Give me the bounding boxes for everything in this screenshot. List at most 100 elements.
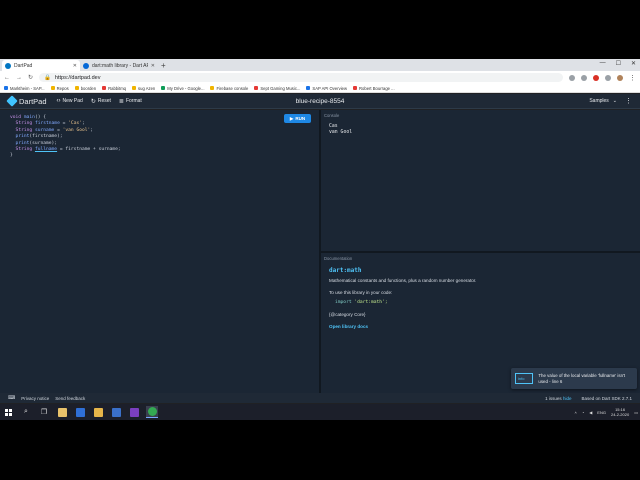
issues-toggle[interactable]: hide — [563, 396, 572, 401]
bookmark[interactable]: Marktheim - SAP... — [4, 86, 45, 91]
browser-tab-dartpad[interactable]: DartPad ✕ — [2, 60, 80, 71]
app-icon[interactable] — [92, 406, 104, 418]
app-icon[interactable] — [56, 406, 68, 418]
close-icon[interactable]: ✕ — [151, 63, 155, 69]
code-line: String firstname = 'Cas'; — [15, 121, 85, 127]
app-icon[interactable] — [110, 406, 122, 418]
browser-tab-dart-math[interactable]: dart:math library - Dart API ✕ — [80, 60, 158, 71]
extensions: ⋮ — [569, 74, 636, 82]
forward-icon[interactable]: → — [16, 75, 22, 81]
doc-category: {@category Core} — [329, 312, 366, 317]
extension-icon[interactable] — [569, 74, 575, 81]
app-image-icon — [57, 407, 67, 417]
extension-icon[interactable] — [605, 74, 611, 81]
close-window-icon[interactable]: ✕ — [631, 60, 636, 67]
start-button[interactable] — [2, 406, 14, 418]
search-icon[interactable]: ⌕ — [20, 406, 32, 418]
bookmark[interactable]: My Drive - Google... — [161, 86, 204, 91]
format-button[interactable]: ≣ Format — [119, 98, 142, 105]
logo-text: DartPad — [19, 96, 47, 106]
analysis-toast[interactable]: info The value of the local variable 'fu… — [511, 368, 637, 389]
code-line: print(surname); — [15, 140, 58, 146]
console-label: Console — [324, 113, 340, 118]
privacy-link[interactable]: Privacy notice — [21, 396, 49, 401]
bookmark[interactable]: boorden — [74, 85, 97, 91]
console-pane: Console Cas van Gool — [321, 110, 640, 251]
bookmark-label: Marktheim - SAP... — [10, 85, 45, 91]
run-button[interactable]: ▶ RUN — [284, 114, 311, 123]
tab-title: dart:math library - Dart API — [92, 62, 148, 69]
url-text: https://dartpad.dev — [54, 74, 101, 81]
avatar[interactable] — [617, 74, 623, 81]
bookmark[interactable]: Firebase console — [210, 86, 248, 91]
language-indicator[interactable]: ENG — [597, 410, 606, 415]
dartpad-footer: ⌨ Privacy notice Send feedback 1 issues … — [0, 393, 640, 403]
menu-icon[interactable]: ⋮ — [629, 74, 636, 82]
format-label: Format — [125, 98, 142, 104]
chevron-down-icon: ⌄ — [612, 98, 617, 104]
code-line: void main() { — [10, 115, 47, 120]
new-tab-icon[interactable]: + — [158, 60, 166, 71]
address-bar: ← → ↻ 🔒 https://dartpad.dev ⋮ — [0, 71, 640, 84]
vscode-icon — [111, 407, 121, 417]
code-icon: ‹› — [56, 98, 61, 104]
console-output: Cas van Gool — [329, 124, 353, 136]
url-input[interactable]: 🔒 https://dartpad.dev — [39, 73, 563, 82]
feedback-link[interactable]: Send feedback — [55, 396, 85, 401]
drive-icon — [161, 86, 166, 90]
reset-label: Reset — [97, 98, 111, 104]
footer-right: 1 issues hide Based on Dart SDK 2.7.1 — [545, 396, 632, 401]
browser-tab-bar: DartPad ✕ dart:math library - Dart API ✕… — [0, 59, 640, 71]
refresh-icon: ↻ — [90, 98, 96, 105]
reset-button[interactable]: ↻ Reset — [91, 98, 111, 105]
doc-import-code: import 'dart:math'; — [335, 300, 388, 305]
bookmark[interactable]: SAP API Overview — [306, 86, 347, 91]
minimize-icon[interactable]: — — [600, 60, 606, 67]
bookmark-label: sug Azen — [138, 85, 156, 91]
issues-summary: 1 issues hide — [545, 396, 571, 401]
bookmark[interactable]: sug Azen — [132, 86, 155, 91]
open-library-docs-link[interactable]: Open library docs — [329, 324, 368, 329]
run-label: RUN — [295, 116, 306, 121]
bookmark-label: Rabbitmq — [108, 85, 127, 91]
more-icon[interactable]: ⋮ — [625, 97, 632, 105]
maximize-icon[interactable]: ☐ — [616, 60, 621, 67]
pad-title[interactable]: blue-recipe-8554 — [296, 98, 345, 105]
app-icon[interactable] — [128, 406, 140, 418]
chevron-up-icon[interactable]: ˄ — [574, 410, 576, 415]
code-editor[interactable]: void main() { String firstname = 'Cas'; … — [0, 110, 319, 393]
bookmark[interactable]: Repos — [50, 86, 69, 91]
close-icon[interactable]: ✕ — [73, 63, 77, 69]
doc-description: Mathematical constants and functions, pl… — [329, 278, 477, 283]
bookmark-label: boorden — [80, 85, 97, 91]
doc-use-text: To use this library in your code: — [329, 290, 393, 295]
bookmark[interactable]: Robert Bourrage ... — [353, 86, 395, 91]
chrome-icon — [147, 407, 157, 416]
new-pad-button[interactable]: ‹› New Pad — [57, 98, 83, 104]
dartpad-favicon-icon — [5, 62, 11, 69]
keyboard-icon[interactable]: ⌨ — [8, 395, 15, 401]
reload-icon[interactable]: ↻ — [28, 74, 33, 81]
app-image-icon — [75, 407, 85, 417]
clock-date: 24-2-2020 — [610, 412, 630, 417]
bookmark[interactable]: Sept Gaming Music... — [254, 86, 300, 91]
samples-dropdown[interactable]: Samples ⌄ ⋮ — [589, 97, 632, 105]
volume-icon[interactable]: ◀ — [589, 410, 592, 415]
code-text[interactable]: void main() { String firstname = 'Cas'; … — [10, 115, 121, 160]
bookmark[interactable]: Rabbitmq — [102, 86, 126, 91]
dartpad-logo[interactable]: DartPad — [6, 95, 47, 107]
bookmark-icon — [4, 86, 8, 90]
adblock-icon[interactable] — [593, 74, 599, 81]
folder-icon — [50, 86, 55, 90]
tab-title: DartPad — [14, 62, 33, 69]
clock[interactable]: 15:16 24-2-2020 — [611, 407, 629, 417]
issues-count: 1 issues — [545, 395, 562, 401]
notifications-icon[interactable]: ▭ — [634, 410, 638, 415]
bookmark-label: Robert Bourrage ... — [359, 85, 395, 91]
network-icon[interactable]: ◔ — [582, 410, 584, 415]
app-icon[interactable] — [74, 406, 86, 418]
back-icon[interactable]: ← — [4, 75, 10, 81]
extension-icon[interactable] — [581, 74, 587, 81]
app-icon-chrome[interactable] — [146, 406, 158, 418]
task-view-icon[interactable]: ❐ — [38, 406, 50, 418]
